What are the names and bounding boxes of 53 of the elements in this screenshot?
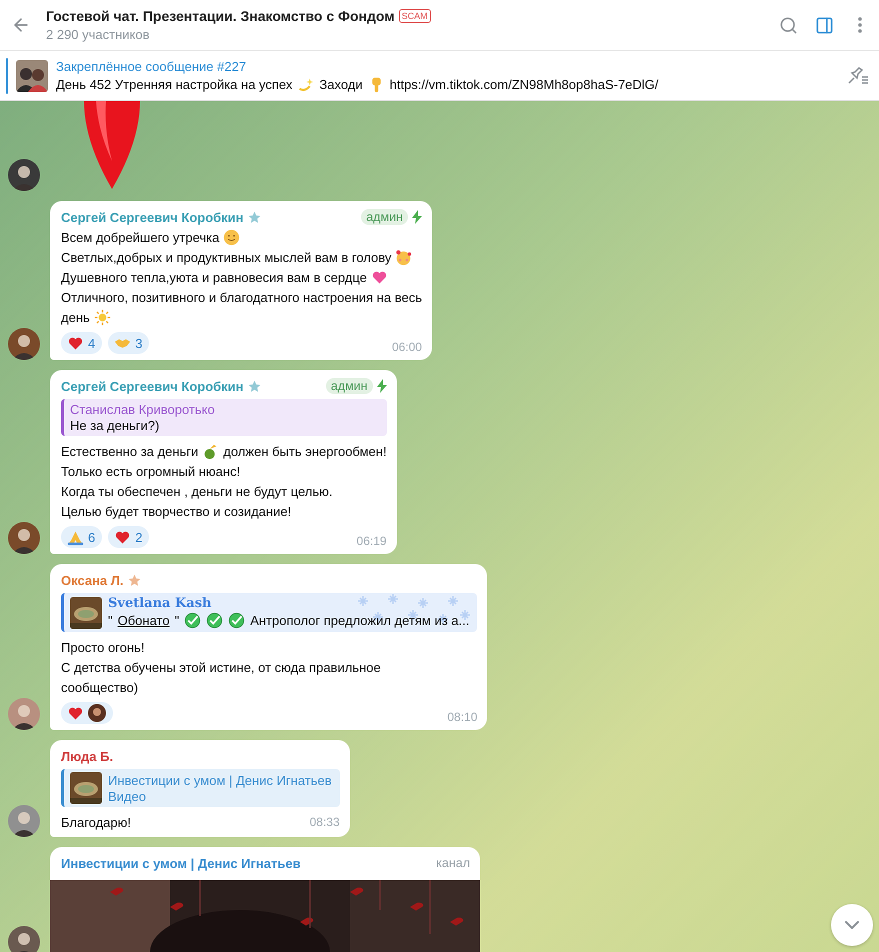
link[interactable]: Обонато: [118, 613, 170, 628]
message-time: 08:10: [446, 710, 478, 724]
reaction-count: 3: [135, 336, 142, 350]
member-count: 2 290 участников: [46, 27, 151, 42]
sender-name[interactable]: Сергей Сергеевич Коробкин: [61, 378, 244, 394]
message-text: сообщество): [61, 680, 138, 694]
reaction[interactable]: 6: [61, 526, 102, 548]
pinned-text: https://vm.tiktok.com/ZN98Mh8op8haS-7eDlG/: [390, 76, 658, 92]
sender-name[interactable]: Инвестиции с умом | Денис Игнатьев: [61, 856, 301, 870]
message-text: Благодарю!: [61, 814, 132, 830]
admin-badge: админ: [326, 378, 373, 394]
message-text: должен быть энергообмен!: [223, 444, 387, 458]
sender-name[interactable]: Сергей Сергеевич Коробкин: [61, 210, 244, 224]
scam-badge: SCAM: [398, 9, 431, 23]
message-text: С детства обучены этой истине, от сюда правильное: [61, 660, 381, 674]
reply-text: ": [108, 613, 113, 628]
reply-text: ": [174, 613, 180, 628]
reply-author: Svetlana Kash: [108, 596, 212, 611]
message-text: Целью будет творчество и созидание!: [61, 504, 292, 518]
reply-text: Видео: [108, 788, 146, 804]
message-text: Всем добрейшего утречка: [61, 230, 220, 244]
message-time: 06:00: [390, 340, 422, 354]
pinned-title: Закреплённое сообщение #227: [56, 58, 248, 74]
message-text: Естественно за деньги: [61, 444, 198, 458]
chat-title: Гостевой чат. Презентации. Знакомство с Фондом: [46, 8, 395, 24]
message-text: Когда ты обеспечен , деньги не будут целью.: [61, 484, 333, 498]
message-text: Светлых,добрых и продуктивных мыслей вам в голову: [61, 250, 392, 264]
message-text: Душевного тепла,уюта и равновесия вам в сердце: [61, 270, 367, 284]
reaction-count: 2: [135, 530, 142, 544]
message-time: 08:33: [308, 815, 340, 829]
admin-badge: админ: [361, 209, 408, 225]
reply-preview[interactable]: Инвестиции с умом | Денис Игнатьев Видео: [61, 769, 340, 807]
reply-preview[interactable]: Станислав Криворотько Не за деньги?): [61, 399, 387, 436]
sender-name[interactable]: Оксана Л.: [61, 572, 124, 588]
message-text: Просто огонь!: [61, 640, 144, 654]
message-text: Отличного, позитивного и благодатного настроения на весь: [61, 290, 422, 304]
reaction-count: 4: [88, 336, 96, 350]
reaction[interactable]: 2: [108, 526, 150, 548]
reply-text: Не за деньги?): [70, 418, 160, 433]
pinned-text: День 452 Утренняя настройка на успех: [56, 76, 292, 92]
reply-preview[interactable]: Svetlana Kash " Обонато " Антрополог предложил детям из а...: [61, 593, 478, 632]
message-text: Только есть огромный нюанс!: [61, 464, 240, 478]
pinned-text: Заходи: [319, 76, 363, 92]
sender-name[interactable]: Люда Б.: [61, 748, 114, 764]
reply-author: Инвестиции с умом | Денис Игнатьев: [108, 772, 332, 788]
channel-label: канал: [436, 856, 470, 870]
reply-text: Антрополог предложил детям из а...: [250, 613, 470, 628]
reaction-count: 6: [88, 530, 96, 544]
reaction[interactable]: 4: [61, 332, 102, 354]
message-text: день: [61, 310, 90, 324]
reaction[interactable]: 3: [108, 332, 150, 354]
message-time: 06:19: [356, 534, 387, 548]
reply-author: Станислав Криворотько: [70, 402, 215, 417]
